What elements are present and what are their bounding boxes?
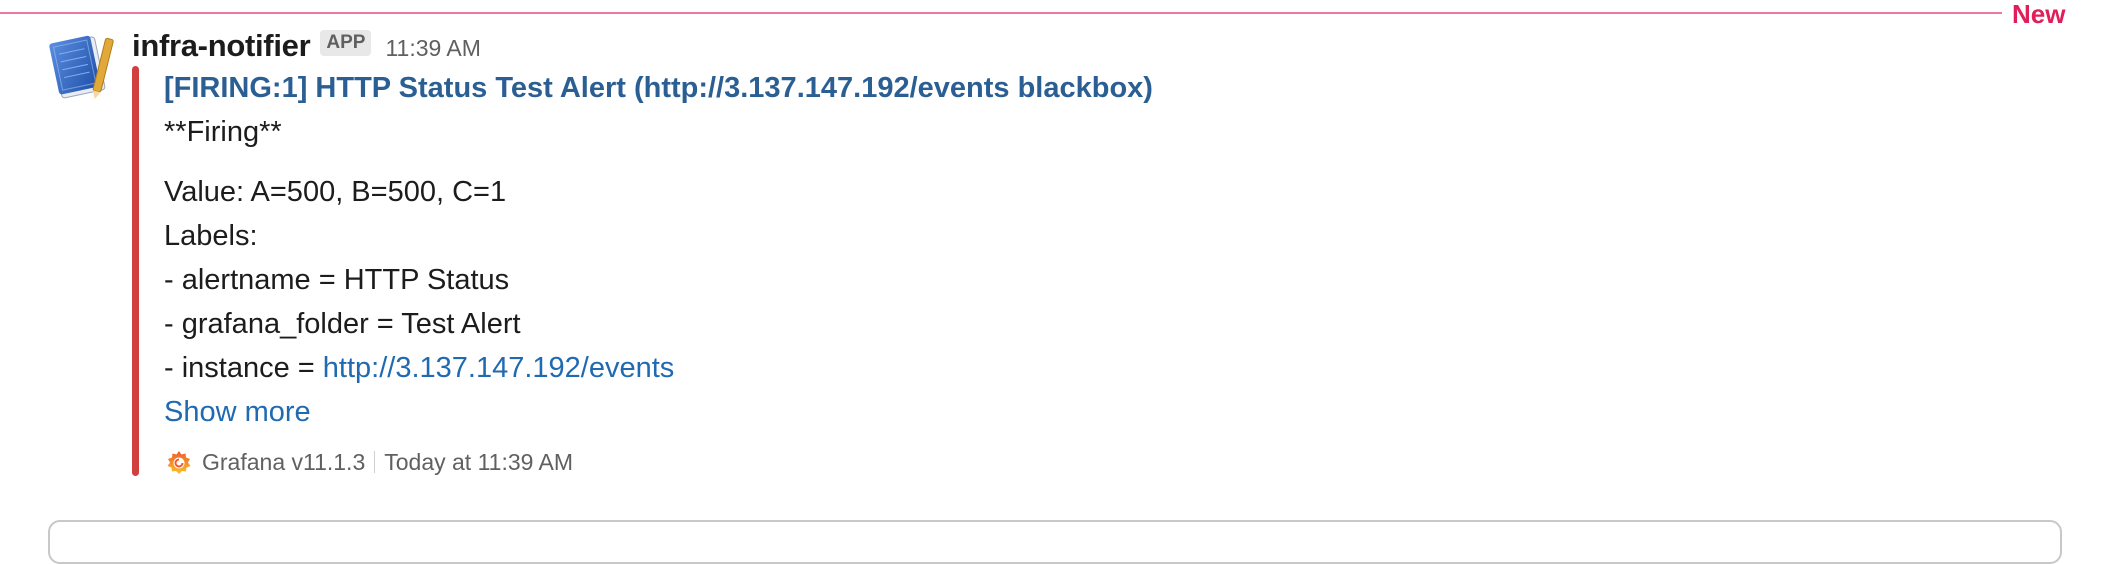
message-timestamp[interactable]: 11:39 AM (385, 35, 480, 62)
alert-instance-line: - instance = http://3.137.147.192/events (164, 346, 1964, 390)
instance-link[interactable]: http://3.137.147.192/events (323, 352, 675, 384)
alert-status-line: **Firing** (164, 116, 282, 148)
new-messages-label: New (2012, 0, 2066, 29)
alert-label-line: - grafana_folder = Test Alert (164, 308, 521, 340)
alert-label-line: - alertname = HTTP Status (164, 264, 510, 296)
sender-name[interactable]: infra-notifier (132, 28, 311, 64)
alert-title-link[interactable]: [FIRING:1] HTTP Status Test Alert (http:… (164, 66, 1964, 110)
alert-attachment: [FIRING:1] HTTP Status Test Alert (http:… (164, 66, 1964, 482)
footer-separator (374, 451, 376, 473)
app-badge: APP (320, 30, 372, 56)
show-more-link[interactable]: Show more (164, 390, 311, 434)
message-header: infra-notifier APP 11:39 AM (132, 26, 481, 66)
attachment-color-bar (132, 66, 139, 476)
message-composer[interactable] (48, 520, 2062, 564)
alert-value-line: Value: A=500, B=500, C=1 (164, 176, 507, 208)
grafana-icon (167, 451, 191, 474)
app-avatar[interactable] (44, 30, 116, 102)
notebook-icon (49, 35, 114, 100)
instance-prefix: - instance = (164, 352, 323, 384)
alert-labels-header: Labels: (164, 220, 258, 252)
footer-timestamp[interactable]: Today at 11:39 AM (384, 449, 573, 476)
attachment-footer: Grafana v11.1.3 Today at 11:39 AM (164, 442, 1964, 482)
footer-source: Grafana v11.1.3 (202, 448, 366, 475)
new-messages-divider (0, 12, 2002, 14)
